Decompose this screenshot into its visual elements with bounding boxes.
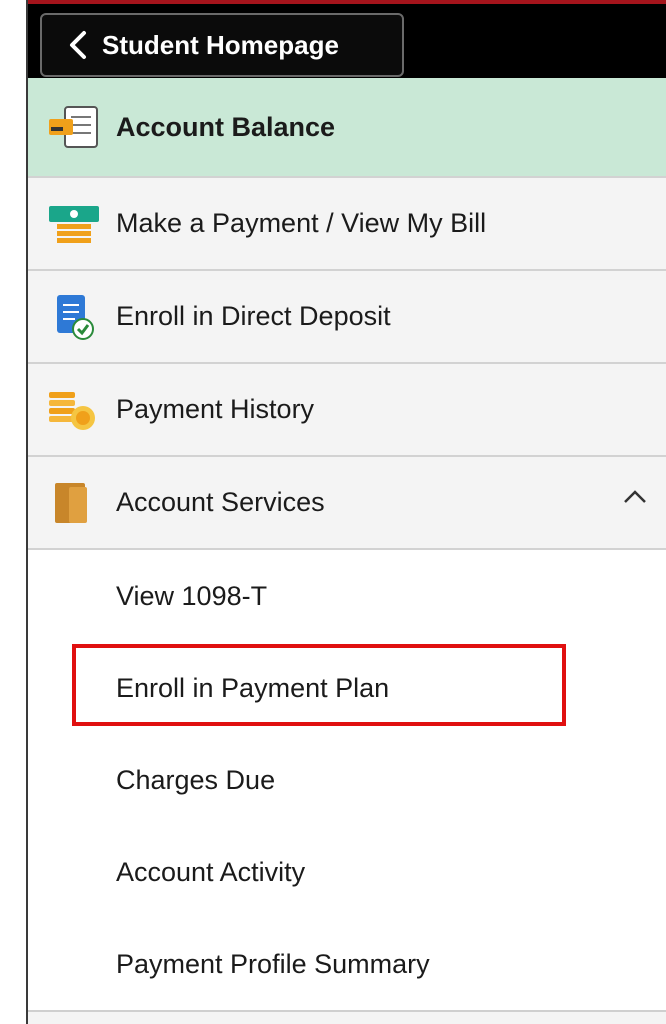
- nav-item-label: Account Balance: [116, 111, 336, 142]
- submenu-item-label: Enroll in Payment Plan: [116, 672, 390, 703]
- account-services-submenu: View 1098-T Enroll in Payment Plan Charg…: [28, 550, 666, 1010]
- chevron-up-icon[interactable]: [622, 489, 648, 505]
- submenu-item-payment-profile-summary[interactable]: Payment Profile Summary: [28, 918, 666, 1010]
- back-button-label: Student Homepage: [102, 29, 339, 60]
- submenu-item-label: Account Activity: [116, 856, 306, 887]
- submenu-item-charges-due[interactable]: Charges Due: [28, 734, 666, 826]
- submenu-item-account-activity[interactable]: Account Activity: [28, 826, 666, 918]
- nav-item-account-balance[interactable]: Account Balance: [28, 78, 666, 178]
- nav-item-direct-deposit[interactable]: Enroll in Direct Deposit: [28, 271, 666, 364]
- nav-item-label: Account Services: [116, 487, 325, 517]
- payment-history-icon: [46, 382, 102, 438]
- nav-item-account-services[interactable]: Account Services: [28, 457, 666, 550]
- submenu-item-view-1098t[interactable]: View 1098-T: [28, 550, 666, 642]
- side-navigation-panel: Student Homepage Account Balance Make a …: [26, 0, 666, 1024]
- nav-item-label: Enroll in Direct Deposit: [116, 301, 391, 331]
- bottom-divider: [28, 1010, 666, 1012]
- nav-item-label: Payment History: [116, 394, 315, 424]
- student-homepage-back-button[interactable]: Student Homepage: [40, 13, 404, 77]
- nav-item-make-payment[interactable]: Make a Payment / View My Bill: [28, 178, 666, 271]
- account-balance-icon: [46, 99, 102, 155]
- submenu-item-enroll-payment-plan[interactable]: Enroll in Payment Plan: [28, 642, 666, 734]
- nav-item-payment-history[interactable]: Payment History: [28, 364, 666, 457]
- account-services-icon: [46, 475, 102, 531]
- payment-bill-icon: [46, 196, 102, 252]
- submenu-item-label: View 1098-T: [116, 580, 268, 611]
- nav-item-label: Make a Payment / View My Bill: [116, 208, 487, 238]
- direct-deposit-icon: [46, 289, 102, 345]
- chevron-left-icon: [70, 31, 86, 59]
- top-bar: Student Homepage: [28, 0, 666, 78]
- submenu-item-label: Charges Due: [116, 764, 276, 795]
- submenu-item-label: Payment Profile Summary: [116, 948, 430, 979]
